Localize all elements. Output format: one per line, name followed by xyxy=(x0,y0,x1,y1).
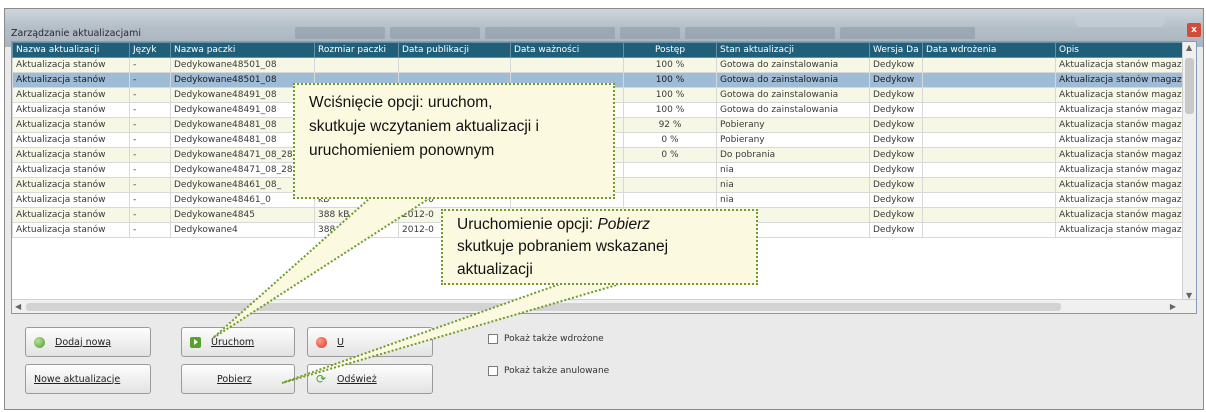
run-callout-pointer xyxy=(212,197,434,339)
download-callout: Uruchomienie opcji: Pobierz skutkuje pob… xyxy=(441,209,758,285)
run-callout-line-1: Wciśnięcie opcji: uruchom, xyxy=(309,94,493,111)
download-callout-line-1: Uruchomienie opcji: Pobierz xyxy=(457,214,748,236)
download-callout-line-2: skutkuje pobraniem wskazanej xyxy=(457,238,669,256)
run-callout: Wciśnięcie opcji: uruchom, skutkuje wczy… xyxy=(293,83,615,199)
download-callout-prefix: Uruchomienie opcji: xyxy=(457,216,598,233)
download-callout-emphasis: Pobierz xyxy=(597,216,650,233)
callout-pointers xyxy=(212,197,621,384)
download-callout-line-3: aktualizacji xyxy=(457,260,533,278)
run-callout-line-3: uruchomieniem ponownym xyxy=(309,142,495,160)
run-callout-line-2: skutkuje wczytaniem aktualizacji i xyxy=(309,118,540,136)
download-callout-pointer xyxy=(281,283,621,384)
